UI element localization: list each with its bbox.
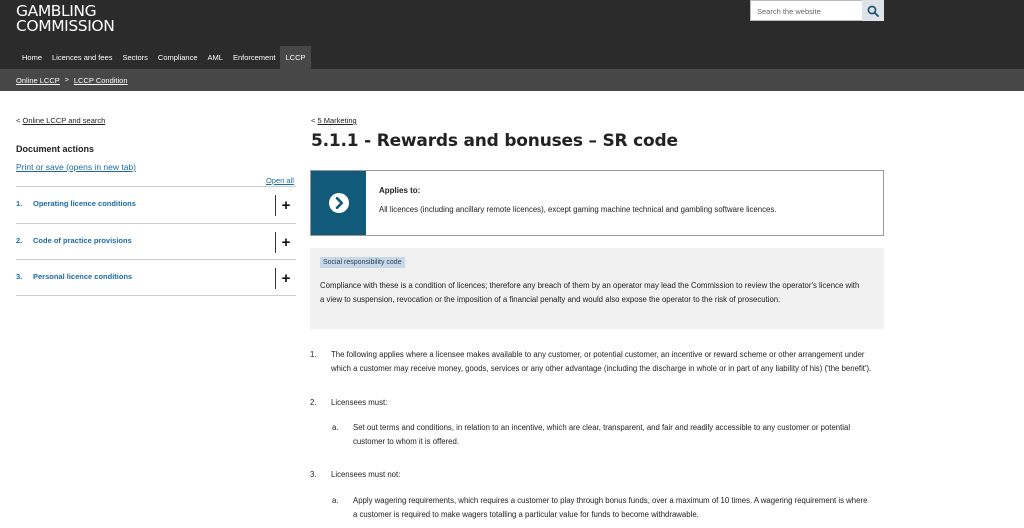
chevron-left-icon: <: [311, 116, 316, 125]
plus-icon[interactable]: +: [275, 232, 296, 253]
accordion-title: Code of practice provisions: [33, 236, 132, 245]
breadcrumb-separator: >: [64, 76, 69, 84]
plus-icon[interactable]: +: [275, 268, 296, 289]
logo-line-2: COMMISSION: [16, 17, 115, 35]
open-all-link[interactable]: Open all: [266, 176, 294, 185]
provision-number: 2.: [310, 398, 317, 407]
sub-item-text: Apply wagering requirements, which requi…: [353, 496, 868, 519]
nav-sectors[interactable]: Sectors: [117, 46, 152, 69]
site-header: GAMBLING COMMISSION Home Licences and fe…: [0, 0, 1024, 69]
search-icon: [867, 5, 879, 17]
marketing-section-link[interactable]: 5 Marketing: [317, 116, 356, 125]
breadcrumb-online-lccp[interactable]: Online LCCP: [16, 76, 60, 85]
parent-section-link-container: < 5 Marketing: [311, 116, 357, 125]
arrow-right-circle-icon: [328, 193, 349, 213]
sub-item-text: Set out terms and conditions, in relatio…: [353, 423, 851, 446]
accordion-number: 1.: [16, 199, 23, 208]
main-nav: Home Licences and fees Sectors Complianc…: [16, 46, 311, 69]
nav-enforcement[interactable]: Enforcement: [228, 46, 281, 69]
gambling-commission-logo[interactable]: GAMBLING COMMISSION: [16, 3, 115, 35]
search-input[interactable]: [751, 2, 862, 21]
page-title: 5.1.1 - Rewards and bonuses – SR code: [311, 131, 678, 151]
provision-number: 3.: [310, 470, 317, 479]
applies-to-heading: Applies to:: [379, 186, 421, 195]
sub-item-letter: a.: [332, 423, 339, 432]
breadcrumb-bar: Online LCCP > LCCP Condition: [0, 69, 1024, 91]
provision-text: Licensees must not:: [331, 470, 401, 479]
applies-to-text: All licences (including ancillary remote…: [379, 205, 777, 214]
accordion-title: Operating licence conditions: [33, 199, 136, 208]
accordion-title: Personal licence conditions: [33, 272, 133, 281]
breadcrumb: Online LCCP > LCCP Condition: [16, 69, 128, 91]
nav-home[interactable]: Home: [16, 46, 47, 69]
provision-number: 1.: [310, 350, 317, 359]
applies-icon-panel: [311, 171, 366, 235]
print-or-save-link[interactable]: Print or save (opens in new tab): [16, 162, 136, 172]
social-responsibility-text: Compliance with these is a condition of …: [320, 281, 860, 304]
search-box: [750, 0, 863, 21]
nav-licences-and-fees[interactable]: Licences and fees: [47, 46, 117, 69]
applies-to-box: Applies to: All licences (including anci…: [310, 170, 884, 236]
nav-aml[interactable]: AML: [203, 46, 228, 69]
accordion-label: 3. Personal licence conditions: [16, 272, 132, 281]
chevron-left-icon: <: [16, 116, 21, 125]
document-actions-heading: Document actions: [16, 144, 95, 154]
accordion-personal-licence-conditions[interactable]: 3. Personal licence conditions +: [16, 259, 296, 296]
nav-lccp[interactable]: LCCP: [280, 46, 311, 69]
search-button[interactable]: [862, 0, 884, 21]
back-link-container: < Online LCCP and search: [16, 116, 105, 125]
accordion-code-of-practice-provisions[interactable]: 2. Code of practice provisions +: [16, 223, 296, 260]
accordion-operating-licence-conditions[interactable]: 1. Operating licence conditions +: [16, 186, 296, 223]
plus-icon[interactable]: +: [275, 195, 296, 216]
accordion-number: 2.: [16, 236, 23, 245]
accordion-label: 1. Operating licence conditions: [16, 199, 136, 208]
social-responsibility-box: Social responsibility code Compliance wi…: [310, 248, 884, 329]
provision-text: Licensees must:: [331, 398, 388, 407]
nav-compliance[interactable]: Compliance: [153, 46, 203, 69]
breadcrumb-lccp-condition[interactable]: LCCP Condition: [74, 76, 128, 85]
provision-text: The following applies where a licensee m…: [331, 350, 872, 373]
social-responsibility-badge: Social responsibility code: [320, 257, 405, 268]
accordion-number: 3.: [16, 272, 23, 281]
back-to-online-lccp-link[interactable]: Online LCCP and search: [22, 116, 105, 125]
accordion-label: 2. Code of practice provisions: [16, 236, 132, 245]
sub-item-letter: a.: [332, 496, 339, 505]
